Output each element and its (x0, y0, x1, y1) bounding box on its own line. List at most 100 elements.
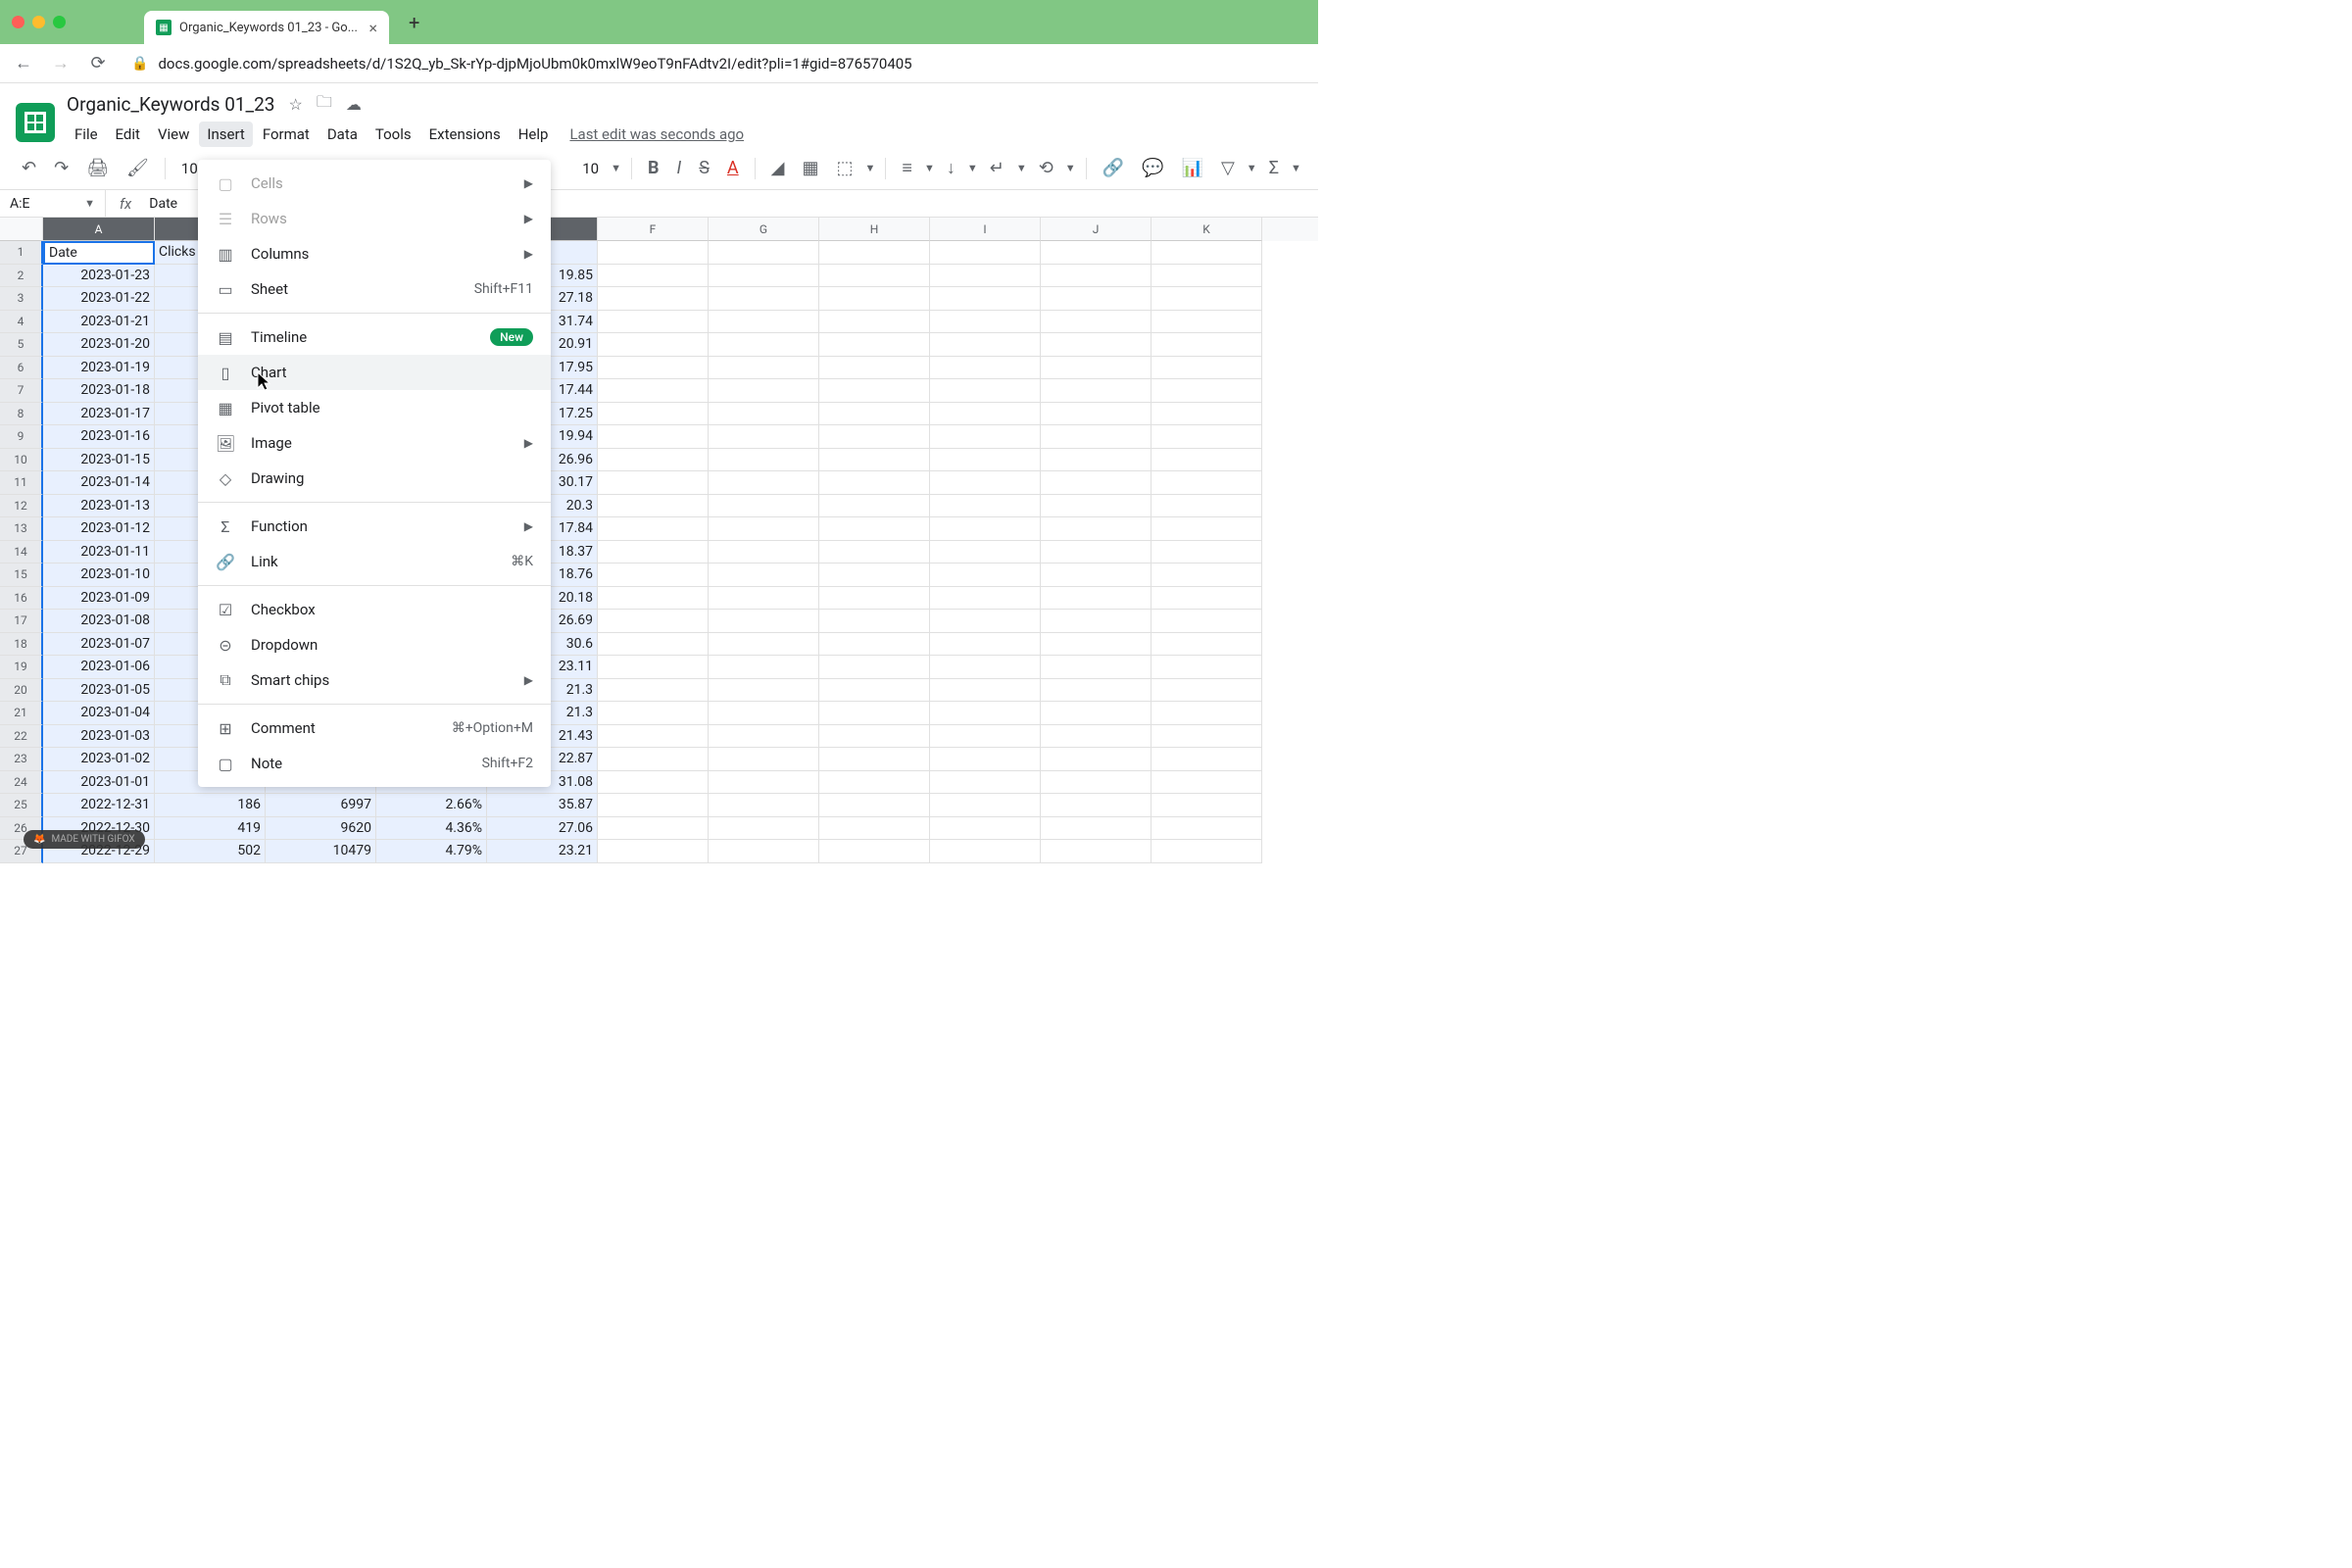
row-header[interactable]: 22 (0, 725, 43, 749)
menu-item-sheet[interactable]: ▭ Sheet Shift+F11 (198, 271, 551, 307)
row-header[interactable]: 19 (0, 656, 43, 679)
cell[interactable] (819, 403, 930, 426)
menu-item-dropdown[interactable]: ⊝ Dropdown (198, 627, 551, 662)
menu-item-link[interactable]: 🔗 Link ⌘K (198, 544, 551, 579)
row-header[interactable]: 6 (0, 357, 43, 380)
cell[interactable] (598, 379, 709, 403)
col-header-F[interactable]: F (598, 218, 709, 241)
functions-button[interactable]: Σ (1263, 154, 1285, 182)
cloud-status-icon[interactable]: ☁ (346, 95, 362, 114)
cell[interactable] (709, 333, 819, 357)
cell[interactable] (930, 241, 1041, 265)
cell[interactable] (819, 817, 930, 841)
cell[interactable] (598, 333, 709, 357)
cell[interactable]: 2023-01-13 (43, 495, 155, 518)
cell[interactable] (709, 840, 819, 863)
cell[interactable] (598, 771, 709, 795)
minimize-window-button[interactable] (32, 16, 45, 28)
cell[interactable] (598, 679, 709, 703)
cell[interactable] (709, 287, 819, 311)
cell[interactable] (709, 610, 819, 633)
cell[interactable] (709, 794, 819, 817)
cell[interactable] (1152, 333, 1262, 357)
menu-item-comment[interactable]: ⊞ Comment ⌘+Option+M (198, 710, 551, 746)
text-color-button[interactable]: A (721, 154, 745, 182)
cell[interactable] (709, 495, 819, 518)
cell[interactable] (819, 287, 930, 311)
cell[interactable] (1152, 656, 1262, 679)
cell[interactable]: 2023-01-02 (43, 748, 155, 771)
cell[interactable] (930, 610, 1041, 633)
cell[interactable] (930, 265, 1041, 288)
cell[interactable] (709, 379, 819, 403)
cell[interactable] (819, 794, 930, 817)
row-header[interactable]: 11 (0, 471, 43, 495)
cell[interactable] (1041, 379, 1152, 403)
menu-insert[interactable]: Insert (199, 122, 252, 147)
cell[interactable] (1152, 403, 1262, 426)
cell[interactable] (1152, 633, 1262, 657)
cell[interactable] (1041, 425, 1152, 449)
cell[interactable] (1152, 748, 1262, 771)
cell[interactable] (709, 725, 819, 749)
cell[interactable] (930, 564, 1041, 587)
row-header[interactable]: 18 (0, 633, 43, 657)
reload-button[interactable]: ⟳ (86, 53, 110, 74)
row-header[interactable]: 24 (0, 771, 43, 795)
cell[interactable]: 2023-01-09 (43, 587, 155, 611)
menu-view[interactable]: View (150, 122, 197, 147)
menu-item-pivot-table[interactable]: ▦ Pivot table (198, 390, 551, 425)
formula-input[interactable]: Date (145, 196, 181, 212)
cell[interactable] (598, 817, 709, 841)
cell[interactable] (1041, 471, 1152, 495)
cell[interactable]: 2023-01-03 (43, 725, 155, 749)
cell[interactable] (1152, 725, 1262, 749)
cell[interactable] (930, 817, 1041, 841)
print-button[interactable]: 🖨 (80, 154, 115, 182)
row-header[interactable]: 5 (0, 333, 43, 357)
row-header[interactable]: 23 (0, 748, 43, 771)
cell[interactable] (709, 357, 819, 380)
cell[interactable] (598, 633, 709, 657)
cell[interactable] (1041, 495, 1152, 518)
cell[interactable] (1152, 702, 1262, 725)
cell[interactable] (709, 771, 819, 795)
cell[interactable] (1041, 679, 1152, 703)
cell[interactable] (930, 425, 1041, 449)
comment-button[interactable]: 💬 (1136, 154, 1169, 182)
cell[interactable] (598, 564, 709, 587)
cell[interactable] (930, 587, 1041, 611)
col-header-I[interactable]: I (930, 218, 1041, 241)
cell[interactable]: 2023-01-21 (43, 311, 155, 334)
row-header[interactable]: 25 (0, 794, 43, 817)
cell[interactable] (1152, 610, 1262, 633)
cell[interactable] (598, 449, 709, 472)
redo-button[interactable]: ↷ (48, 154, 74, 182)
cell[interactable] (930, 725, 1041, 749)
menu-item-columns[interactable]: ▥ Columns ▶ (198, 236, 551, 271)
cell[interactable] (709, 702, 819, 725)
menu-extensions[interactable]: Extensions (421, 122, 509, 147)
cell[interactable] (819, 633, 930, 657)
browser-tab[interactable]: ▦ Organic_Keywords 01_23 - Go... × (144, 11, 389, 44)
cell[interactable] (1152, 587, 1262, 611)
cell[interactable] (709, 817, 819, 841)
menu-item-chart[interactable]: ▯ Chart (198, 355, 551, 390)
cell[interactable] (1041, 771, 1152, 795)
cell[interactable] (1041, 656, 1152, 679)
cell[interactable] (1152, 287, 1262, 311)
rotate-button[interactable]: ⟲ (1033, 154, 1059, 182)
cell[interactable] (598, 265, 709, 288)
cell[interactable] (930, 311, 1041, 334)
cell[interactable]: 2023-01-05 (43, 679, 155, 703)
tab-close-icon[interactable]: × (368, 19, 377, 37)
cell[interactable] (1041, 840, 1152, 863)
menu-item-note[interactable]: ▢ Note Shift+F2 (198, 746, 551, 781)
cell[interactable] (1041, 610, 1152, 633)
row-header-1[interactable]: 1 (0, 241, 43, 265)
cell[interactable]: 10479 (266, 840, 376, 863)
menu-item-image[interactable]: 🖼 Image ▶ (198, 425, 551, 461)
cell[interactable] (819, 449, 930, 472)
cell[interactable]: 2023-01-07 (43, 633, 155, 657)
cell[interactable]: 2023-01-12 (43, 517, 155, 541)
